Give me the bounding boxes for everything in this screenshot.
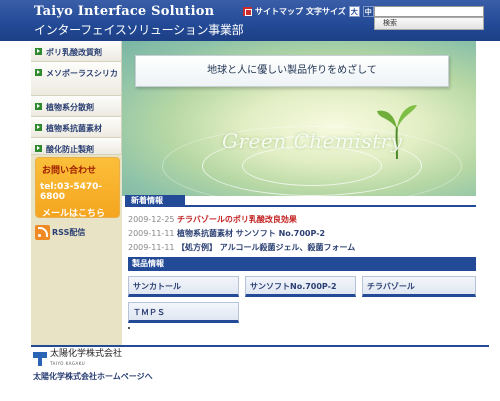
products-heading: 製品情報 bbox=[128, 257, 476, 271]
product-button-sunsoft[interactable]: サンソフトNo.700P-2 bbox=[245, 276, 356, 297]
text-size-large-button[interactable]: 大 bbox=[348, 6, 360, 17]
news-title-link[interactable]: 植物系抗菌素材 サンソフト No.700P-2 bbox=[177, 228, 325, 239]
decorative-dot bbox=[128, 327, 130, 329]
sidebar-item-pla-modifier[interactable]: ポリ乳酸改質剤 bbox=[31, 41, 122, 62]
divider bbox=[185, 205, 476, 207]
search-input[interactable] bbox=[374, 6, 484, 17]
product-button-tmps[interactable]: ＴＭＰＳ bbox=[128, 302, 239, 323]
sidebar-item-plant-dispersant[interactable]: 植物系分散剤 bbox=[31, 96, 122, 117]
sidebar-item-label: 植物系分散剤 bbox=[46, 103, 94, 112]
news-list: 2009-12-25 チラバゾールのポリ乳酸改良効果 2009-11-11 植物… bbox=[128, 212, 355, 254]
news-title-link[interactable]: チラバゾールのポリ乳酸改良効果 bbox=[177, 214, 297, 225]
company-home-link[interactable]: 太陽化学株式会社ホームページへ bbox=[33, 371, 153, 382]
arrow-bullet-icon bbox=[35, 145, 42, 152]
contact-title: お問い合わせ bbox=[42, 166, 97, 176]
sidebar-item-label: 植物系抗菌素材 bbox=[46, 124, 102, 133]
brand-title-jp: インターフェイスソリューション事業部 bbox=[34, 23, 244, 37]
product-button-sancatol[interactable]: サンカトール bbox=[128, 276, 239, 297]
sidebar-item-plant-antibacterial[interactable]: 植物系抗菌素材 bbox=[31, 117, 122, 138]
sidebar-item-antioxidant[interactable]: 酸化防止製剤 bbox=[31, 138, 122, 155]
contact-mail-link[interactable]: メールはこちら bbox=[42, 206, 119, 219]
sidebar: ポリ乳酸改質剤 メソポーラスシリカ 植物系分散剤 植物系抗菌素材 酸化防止製剤 … bbox=[31, 41, 122, 345]
news-header: 新着情報 bbox=[122, 195, 476, 207]
text-size-label: 文字サイズ bbox=[306, 7, 346, 16]
utility-bar: サイトマップ 文字サイズ 大 中 小 bbox=[243, 6, 388, 17]
sidebar-item-label: ポリ乳酸改質剤 bbox=[46, 48, 102, 57]
hero-watermark-text: Green Chemistry bbox=[222, 129, 403, 153]
company-logo[interactable]: 太陽化学株式会社 TAIYO KAGAKU bbox=[33, 350, 122, 368]
news-heading: 新着情報 bbox=[125, 195, 185, 207]
logo-company-jp: 太陽化学株式会社 bbox=[50, 349, 123, 359]
sidebar-item-label: メソポーラスシリカ bbox=[46, 69, 118, 78]
rss-link[interactable]: RSS配信 bbox=[35, 225, 85, 240]
footer-divider bbox=[31, 345, 489, 347]
taiyo-logo-icon bbox=[33, 352, 47, 366]
rss-label: RSS配信 bbox=[52, 228, 86, 237]
news-date: 2009-11-11 bbox=[128, 242, 175, 252]
news-date: 2009-11-11 bbox=[128, 228, 175, 238]
brand-title-en[interactable]: Taiyo Interface Solution bbox=[34, 4, 214, 19]
text-size-medium-button[interactable]: 中 bbox=[362, 6, 374, 17]
news-item[interactable]: 2009-11-11 植物系抗菌素材 サンソフト No.700P-2 bbox=[128, 226, 355, 240]
sitemap-link[interactable]: サイトマップ bbox=[255, 6, 303, 17]
arrow-bullet-icon bbox=[35, 69, 42, 76]
search-button[interactable]: 検索 bbox=[374, 17, 484, 30]
sitemap-icon bbox=[243, 7, 252, 16]
contact-box[interactable]: お問い合わせ tel:03-5470-6800 メールはこちら bbox=[35, 157, 120, 219]
hero-tagline: 地球と人に優しい製品作りをめざして bbox=[135, 55, 449, 87]
arrow-bullet-icon bbox=[35, 124, 42, 131]
rss-icon bbox=[35, 225, 50, 240]
arrow-bullet-icon bbox=[35, 103, 42, 110]
product-button-tirabazole[interactable]: チラバゾール bbox=[362, 276, 476, 297]
news-item[interactable]: 2009-11-11 【処方例】 アルコール殺菌ジェル、殺菌フォーム bbox=[128, 240, 355, 254]
logo-text: 太陽化学株式会社 TAIYO KAGAKU bbox=[50, 350, 122, 368]
news-date: 2009-12-25 bbox=[128, 214, 175, 224]
logo-company-en: TAIYO KAGAKU bbox=[50, 361, 86, 366]
sidebar-item-mesoporous-silica[interactable]: メソポーラスシリカ bbox=[31, 62, 122, 96]
news-title-link[interactable]: 【処方例】 アルコール殺菌ジェル、殺菌フォーム bbox=[177, 242, 355, 253]
sidebar-item-label: 酸化防止製剤 bbox=[46, 145, 94, 154]
contact-phone: tel:03-5470-6800 bbox=[40, 182, 103, 202]
arrow-bullet-icon bbox=[35, 48, 42, 55]
site-header: Taiyo Interface Solution インターフェイスソリューション… bbox=[0, 0, 500, 41]
news-item[interactable]: 2009-12-25 チラバゾールのポリ乳酸改良効果 bbox=[128, 212, 355, 226]
hero-banner: 地球と人に優しい製品作りをめざして Green Chemistry bbox=[122, 41, 476, 196]
